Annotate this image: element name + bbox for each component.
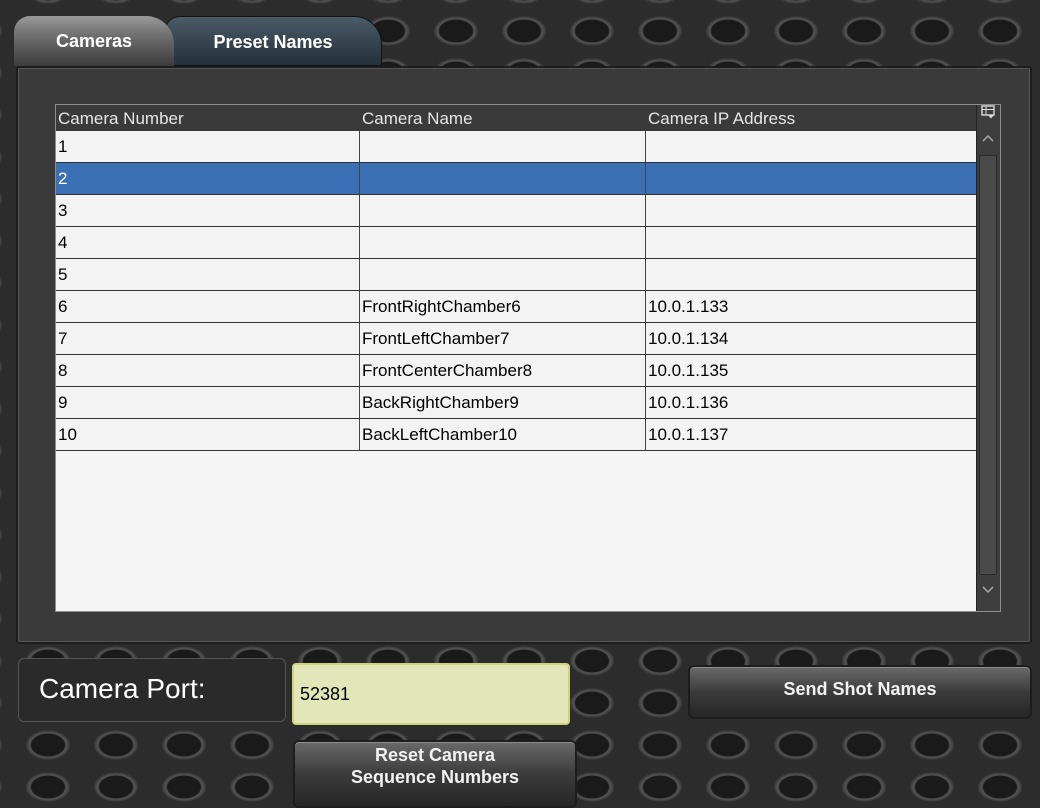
cell-camera-number[interactable]: 9 (56, 387, 360, 418)
camera-port-input[interactable] (292, 663, 570, 725)
tab-preset-names[interactable]: Preset Names (164, 16, 382, 66)
table-row[interactable]: 5 (56, 259, 978, 291)
column-header-camera-number[interactable]: Camera Number (58, 109, 184, 129)
camera-port-label: Camera Port: (39, 673, 206, 704)
cell-camera-name[interactable] (360, 131, 646, 162)
cell-camera-number[interactable]: 2 (56, 163, 360, 194)
grid-body: 1 2 3 4 5 6 FrontRightChamber6 10.0.1.133 7 Front… (56, 131, 978, 451)
cell-camera-ip[interactable]: 10.0.1.135 (646, 355, 978, 386)
cell-camera-number[interactable]: 8 (56, 355, 360, 386)
vertical-scrollbar[interactable] (976, 105, 1000, 611)
cell-camera-ip[interactable]: 10.0.1.137 (646, 419, 978, 450)
camera-port-label-box: Camera Port: (18, 658, 286, 722)
table-row[interactable]: 7 FrontLeftChamber7 10.0.1.134 (56, 323, 978, 355)
cell-camera-name[interactable]: FrontRightChamber6 (360, 291, 646, 322)
table-row[interactable]: 1 (56, 131, 978, 163)
table-row[interactable]: 6 FrontRightChamber6 10.0.1.133 (56, 291, 978, 323)
cell-camera-number[interactable]: 10 (56, 419, 360, 450)
column-header-camera-name[interactable]: Camera Name (362, 109, 473, 129)
cell-camera-name[interactable]: FrontCenterChamber8 (360, 355, 646, 386)
send-shot-names-button[interactable]: Send Shot Names (688, 665, 1032, 719)
grid-header: Camera Number Camera Name Camera IP Addr… (56, 105, 978, 131)
cell-camera-number[interactable]: 3 (56, 195, 360, 226)
cell-camera-name[interactable] (360, 195, 646, 226)
tab-cameras[interactable]: Cameras (14, 16, 174, 66)
cell-camera-number[interactable]: 1 (56, 131, 360, 162)
cell-camera-ip[interactable]: 10.0.1.133 (646, 291, 978, 322)
table-row[interactable]: 10 BackLeftChamber10 10.0.1.137 (56, 419, 978, 451)
cell-camera-name[interactable] (360, 163, 646, 194)
cell-camera-name[interactable]: BackLeftChamber10 (360, 419, 646, 450)
chevron-down-icon[interactable] (978, 581, 998, 601)
cell-camera-ip[interactable]: 10.0.1.136 (646, 387, 978, 418)
cell-camera-ip[interactable] (646, 227, 978, 258)
camera-grid: Camera Number Camera Name Camera IP Addr… (55, 104, 1001, 612)
cell-camera-number[interactable]: 5 (56, 259, 360, 290)
cell-camera-ip[interactable] (646, 259, 978, 290)
table-row[interactable]: 3 (56, 195, 978, 227)
table-row[interactable]: 2 (56, 163, 978, 195)
cell-camera-number[interactable]: 6 (56, 291, 360, 322)
cell-camera-name[interactable]: FrontLeftChamber7 (360, 323, 646, 354)
reset-button-line-1: Reset Camera (374, 745, 496, 765)
column-header-camera-ip[interactable]: Camera IP Address (648, 109, 795, 129)
reset-camera-sequence-numbers-button[interactable]: Reset Camera Sequence Numbers (293, 740, 577, 808)
table-row[interactable]: 9 BackRightChamber9 10.0.1.136 (56, 387, 978, 419)
scrollbar-thumb[interactable] (979, 155, 997, 575)
column-chooser-icon[interactable] (978, 105, 998, 125)
cell-camera-number[interactable]: 7 (56, 323, 360, 354)
tab-bar: Preset Names Cameras (14, 16, 384, 66)
cell-camera-name[interactable]: BackRightChamber9 (360, 387, 646, 418)
cell-camera-number[interactable]: 4 (56, 227, 360, 258)
cell-camera-name[interactable] (360, 259, 646, 290)
table-row[interactable]: 8 FrontCenterChamber8 10.0.1.135 (56, 355, 978, 387)
chevron-up-icon[interactable] (978, 129, 998, 149)
table-row[interactable]: 4 (56, 227, 978, 259)
cell-camera-name[interactable] (360, 227, 646, 258)
cameras-panel: Camera Number Camera Name Camera IP Addr… (16, 66, 1032, 644)
cell-camera-ip[interactable] (646, 163, 978, 194)
reset-button-line-2: Sequence Numbers (350, 767, 520, 787)
cell-camera-ip[interactable] (646, 131, 978, 162)
cell-camera-ip[interactable]: 10.0.1.134 (646, 323, 978, 354)
cell-camera-ip[interactable] (646, 195, 978, 226)
